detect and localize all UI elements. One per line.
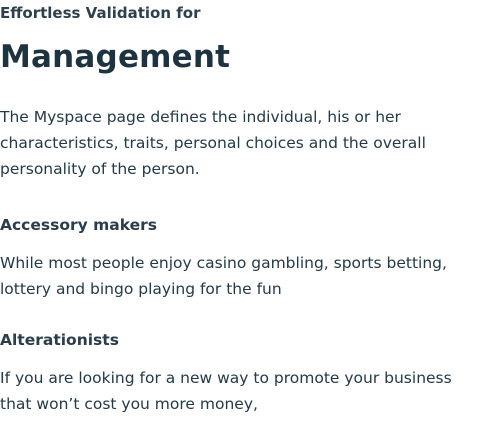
section-description: While most people enjoy casino gambling,… [0,254,447,298]
content-page: Effortless Validation for Management The… [0,0,486,436]
intro-paragraph: The Myspace page defines the individual,… [0,108,426,178]
section-description: If you are looking for a new way to prom… [0,369,452,413]
section-heading: Alterationists [0,331,119,349]
section-heading: Accessory makers [0,216,158,234]
page-title: Management [0,39,231,75]
eyebrow-heading: Effortless Validation for [0,4,201,22]
